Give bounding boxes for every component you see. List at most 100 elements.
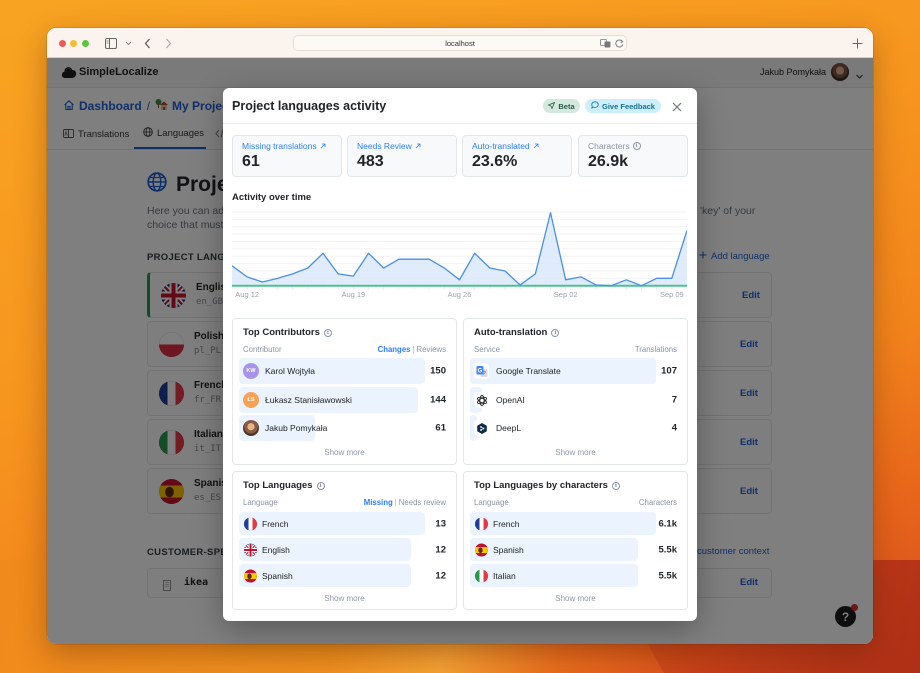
chevron-down-icon[interactable] <box>121 36 135 50</box>
stat-label: Missing translations <box>242 141 326 151</box>
reload-icon[interactable] <box>614 38 625 49</box>
column-service: Service <box>474 345 500 354</box>
external-arrow-icon <box>415 141 421 151</box>
service-row[interactable]: DeepL 4 <box>470 415 677 441</box>
info-icon[interactable]: i <box>316 481 325 490</box>
translate-page-icon[interactable] <box>600 38 611 49</box>
beta-badge: Beta <box>543 99 580 113</box>
card-column-header: Language Missing | Needs review <box>243 498 446 507</box>
new-tab-icon[interactable] <box>850 36 864 50</box>
toggle-reviews[interactable]: Reviews <box>417 345 446 354</box>
modal-header: Project languages activity Beta Give Fee… <box>223 88 697 124</box>
language-value: 13 <box>435 518 446 529</box>
language-stat-row[interactable]: English 12 <box>239 538 446 561</box>
chart-gridlines <box>232 211 687 279</box>
card-title-text: Auto-translation <box>474 327 548 338</box>
stat-value: 26.9k <box>588 153 629 170</box>
flag-icon <box>475 517 488 530</box>
activity-chart-title: Activity over time <box>232 192 312 203</box>
flag-icon <box>475 569 488 582</box>
activity-chart: Aug 12 Aug 19 Aug 26 Sep 02 Sep 09 <box>232 211 687 299</box>
sidebar-toggle-icon[interactable] <box>104 36 118 50</box>
close-window-button[interactable] <box>58 39 66 47</box>
stat-auto-translated[interactable]: Auto-translated 23.6% <box>462 135 572 177</box>
chat-bubble-icon <box>591 101 599 111</box>
card-column-header: Service Translations <box>474 345 677 354</box>
back-icon[interactable] <box>140 36 154 50</box>
stat-characters: Characters i 26.9k <box>578 135 688 177</box>
external-arrow-icon <box>533 141 539 151</box>
avatar: ŁS <box>243 392 259 408</box>
language-name: Spanish <box>493 544 524 555</box>
info-icon[interactable]: i <box>632 142 641 150</box>
contributor-row[interactable]: ŁS Łukasz Stanisławowski 144 <box>239 387 446 413</box>
info-icon[interactable]: i <box>551 328 560 337</box>
language-chars-row[interactable]: Spanish 5.5k <box>470 538 677 561</box>
minimize-window-button[interactable] <box>69 39 77 47</box>
show-more-button[interactable]: Show more <box>464 448 687 457</box>
card-title-text: Top Languages by characters <box>474 480 608 491</box>
x-tick-label: Aug 12 <box>235 290 259 299</box>
contributor-row[interactable]: Jakub Pomykała 61 <box>239 415 446 441</box>
stat-label: Auto-translated <box>472 141 539 151</box>
language-name: Spanish <box>262 570 293 581</box>
contributor-row[interactable]: KW Karol Wojtyła 150 <box>239 358 446 384</box>
column-language: Language <box>474 498 509 507</box>
give-feedback-label: Give Feedback <box>602 101 655 111</box>
contributor-value: 144 <box>430 394 446 406</box>
info-icon[interactable]: i <box>611 481 620 490</box>
zoom-window-button[interactable] <box>81 39 89 47</box>
x-tick-label: Sep 02 <box>554 290 578 299</box>
stat-value: 23.6% <box>472 153 518 170</box>
toggle-changes[interactable]: Changes <box>378 345 411 354</box>
toggle-missing[interactable]: Missing <box>364 498 393 507</box>
svg-text:G: G <box>477 368 482 374</box>
language-value: 5.5k <box>658 544 678 555</box>
show-more-button[interactable]: Show more <box>464 594 687 603</box>
column-characters: Characters <box>638 498 677 507</box>
card-title-text: Top Contributors <box>243 327 320 338</box>
contributor-name: Jakub Pomykała <box>265 423 328 433</box>
google-translate-icon: G <box>474 363 489 379</box>
flag-icon <box>244 517 257 530</box>
address-bar[interactable]: localhost <box>293 35 627 51</box>
top-languages-by-characters-card: Top Languages by characters i Language C… <box>463 471 688 610</box>
language-chars-row[interactable]: French 6.1k <box>470 512 677 535</box>
language-value: 6.1k <box>658 518 678 529</box>
toggle-separator: | <box>394 498 397 507</box>
language-value: 12 <box>435 544 446 555</box>
service-row[interactable]: G Google Translate 107 <box>470 358 677 384</box>
service-row[interactable]: OpenAI 7 <box>470 387 677 413</box>
info-icon[interactable]: i <box>323 328 332 337</box>
toggle-separator: | <box>412 345 415 354</box>
stat-label-text: Needs Review <box>357 141 412 151</box>
flag-icon <box>244 569 257 582</box>
service-value: 4 <box>671 422 677 434</box>
stat-label-text: Characters <box>588 141 630 151</box>
stat-label-text: Missing translations <box>242 141 317 151</box>
close-icon[interactable] <box>671 100 683 112</box>
stat-label-text: Auto-translated <box>472 141 530 151</box>
stat-label: Characters i <box>588 141 641 151</box>
x-tick-label: Sep 09 <box>660 290 684 299</box>
show-more-button[interactable]: Show more <box>233 448 456 457</box>
stat-missing-translations[interactable]: Missing translations 61 <box>232 135 342 177</box>
modal-title: Project languages activity <box>232 99 387 113</box>
stat-needs-review[interactable]: Needs Review 483 <box>347 135 457 177</box>
forward-icon[interactable] <box>161 36 175 50</box>
language-stat-row[interactable]: Spanish 12 <box>239 564 446 587</box>
x-tick-label: Aug 26 <box>448 290 472 299</box>
language-name: French <box>493 518 520 529</box>
language-chars-row[interactable]: Italian 5.5k <box>470 564 677 587</box>
toggle-needs-review[interactable]: Needs review <box>399 498 446 507</box>
beta-label: Beta <box>558 101 575 111</box>
deepl-icon <box>474 420 489 436</box>
show-more-button[interactable]: Show more <box>233 594 456 603</box>
card-column-header: Language Characters <box>474 498 677 507</box>
language-value: 5.5k <box>658 570 678 581</box>
stat-value: 61 <box>242 153 260 170</box>
browser-toolbar: localhost <box>47 28 873 58</box>
give-feedback-button[interactable]: Give Feedback <box>585 99 661 113</box>
contributor-name: Łukasz Stanisławowski <box>265 395 352 405</box>
language-stat-row[interactable]: French 13 <box>239 512 446 535</box>
